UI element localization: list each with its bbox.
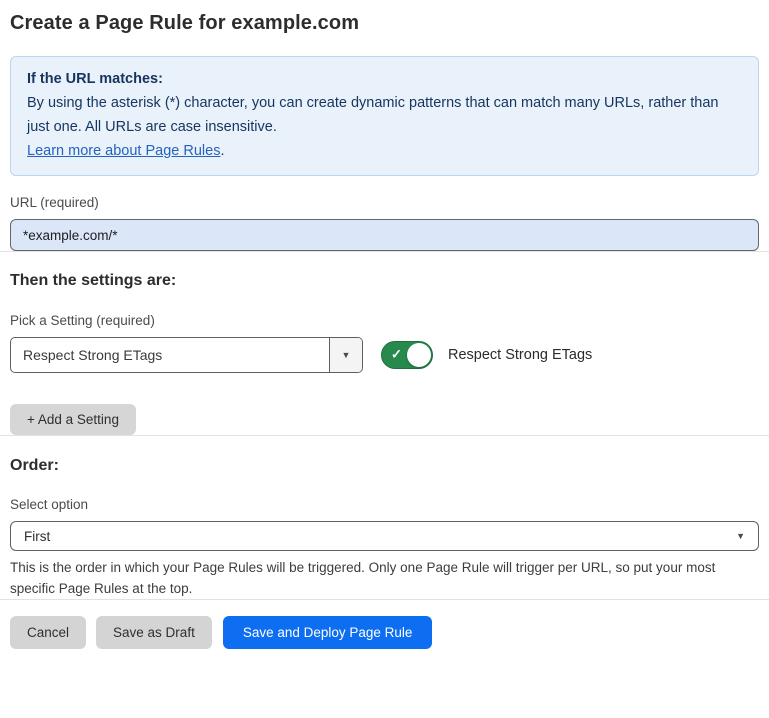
chevron-down-icon: ▼ [736, 532, 745, 541]
toggle-label: Respect Strong ETags [448, 347, 592, 363]
select-option-label: Select option [10, 497, 759, 512]
cancel-button[interactable]: Cancel [10, 616, 86, 649]
save-as-draft-button[interactable]: Save as Draft [96, 616, 212, 649]
info-box-heading: If the URL matches: [27, 67, 742, 91]
toggle-group: ✓ Respect Strong ETags [381, 341, 592, 369]
setting-dropdown-value: Respect Strong ETags [11, 338, 329, 372]
add-setting-button[interactable]: + Add a Setting [10, 404, 136, 435]
setting-picker-row: Respect Strong ETags ▼ ✓ Respect Strong … [10, 337, 759, 373]
divider [0, 599, 769, 600]
page-rule-form: Create a Page Rule for example.com If th… [0, 0, 769, 649]
learn-more-link[interactable]: Learn more about Page Rules [27, 143, 220, 159]
save-and-deploy-button[interactable]: Save and Deploy Page Rule [223, 616, 433, 649]
page-title: Create a Page Rule for example.com [10, 12, 759, 35]
setting-dropdown-arrow-button[interactable]: ▼ [329, 338, 362, 372]
url-field-label: URL (required) [10, 195, 759, 210]
respect-strong-etags-toggle[interactable]: ✓ [381, 341, 433, 369]
info-box-link-line: Learn more about Page Rules. [27, 139, 742, 163]
setting-dropdown[interactable]: Respect Strong ETags ▼ [10, 337, 363, 373]
order-section-heading: Order: [10, 457, 759, 475]
info-box-body: By using the asterisk (*) character, you… [27, 91, 742, 139]
settings-section-heading: Then the settings are: [10, 272, 759, 290]
url-match-info-box: If the URL matches: By using the asteris… [10, 56, 759, 176]
chevron-down-icon: ▼ [342, 351, 351, 360]
url-input[interactable] [10, 219, 759, 251]
divider [0, 251, 769, 252]
divider [0, 435, 769, 436]
toggle-knob [407, 343, 431, 367]
order-help-text: This is the order in which your Page Rul… [10, 557, 755, 599]
pick-setting-label: Pick a Setting (required) [10, 313, 759, 328]
check-icon: ✓ [391, 347, 402, 363]
link-suffix: . [220, 143, 224, 159]
footer-actions: Cancel Save as Draft Save and Deploy Pag… [10, 616, 759, 649]
order-select-value: First [24, 529, 736, 544]
order-select[interactable]: First ▼ [10, 521, 759, 551]
